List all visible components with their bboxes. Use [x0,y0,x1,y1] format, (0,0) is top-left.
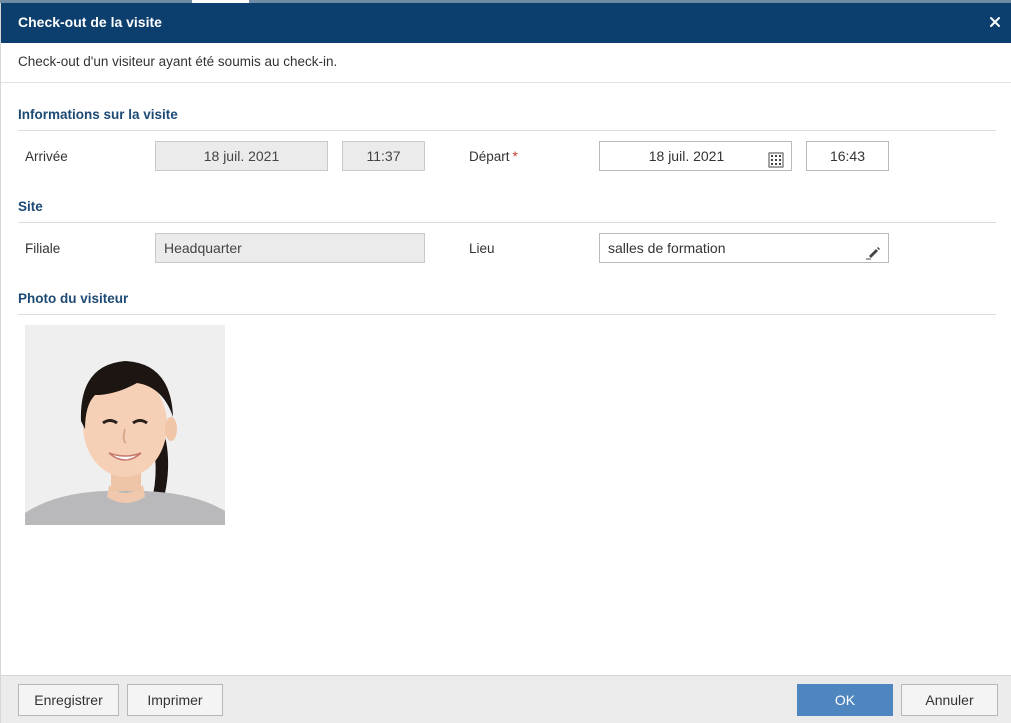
dialog-title: Check-out de la visite [18,14,162,30]
departure-date-field[interactable]: 18 juil. 2021 [599,141,792,171]
section-photo: Photo du visiteur [18,291,129,306]
header-divider [1,82,1011,83]
ok-button[interactable]: OK [797,684,893,716]
cancel-button[interactable]: Annuler [901,684,998,716]
departure-time-field[interactable]: 16:43 [806,141,889,171]
section-divider [18,222,996,223]
pencil-icon[interactable] [865,241,881,269]
section-site: Site [18,199,43,214]
visitor-photo [25,325,225,525]
dialog-titlebar: Check-out de la visite [1,3,1011,43]
location-field[interactable]: salles de formation [599,233,889,263]
checkout-dialog: Check-out de la visite Check-out d'un vi… [0,3,1011,723]
location-label: Lieu [469,241,495,256]
dialog-footer: Enregistrer Imprimer OK Annuler [1,675,1011,723]
required-asterisk: * [512,149,518,164]
departure-label-text: Départ [469,149,510,164]
close-icon[interactable] [984,11,1006,33]
save-button[interactable]: Enregistrer [18,684,119,716]
location-value: salles de formation [608,240,726,256]
calendar-icon[interactable] [768,149,784,177]
section-divider [18,130,996,131]
section-visit-info: Informations sur la visite [18,107,178,122]
departure-date-value: 18 juil. 2021 [648,148,725,164]
arrival-label: Arrivée [25,149,68,164]
arrival-date-field: 18 juil. 2021 [155,141,328,171]
branch-label: Filiale [25,241,61,256]
arrival-time-field: 11:37 [342,141,425,171]
branch-field: Headquarter [155,233,425,263]
dialog-subtitle: Check-out d'un visiteur ayant été soumis… [18,54,338,69]
departure-label: Départ * [469,149,518,164]
section-divider [18,314,996,315]
print-button[interactable]: Imprimer [127,684,223,716]
